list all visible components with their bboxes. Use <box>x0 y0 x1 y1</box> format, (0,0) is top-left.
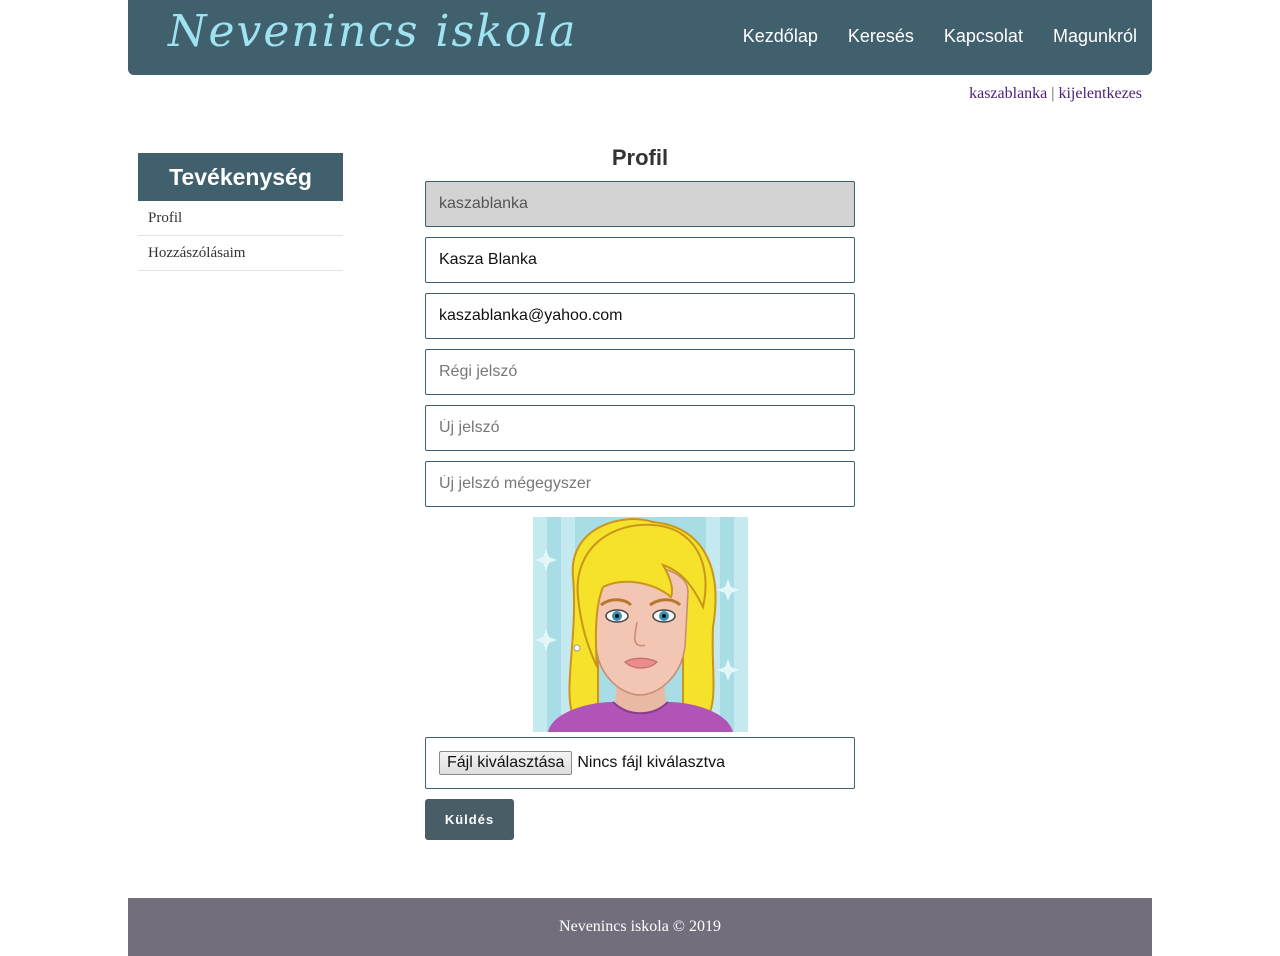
nav-contact[interactable]: Kapcsolat <box>944 26 1023 47</box>
nav-about[interactable]: Magunkról <box>1053 26 1137 47</box>
file-upload: Fájl kiválasztása Nincs fájl kiválasztva <box>425 737 855 789</box>
page-title: Profil <box>611 145 669 170</box>
logout-link[interactable]: kijelentkezes <box>1058 85 1142 102</box>
file-status: Nincs fájl kiválasztva <box>577 754 725 771</box>
sidebar: Tevékenység Profil Hozzászólásaim <box>138 153 343 271</box>
user-bar: kaszablanka | kijelentkezes <box>969 85 1142 103</box>
sidebar-item-profile[interactable]: Profil <box>138 201 343 236</box>
userbar-separator: | <box>1051 85 1055 102</box>
nav-search[interactable]: Keresés <box>848 26 914 47</box>
page: Nevenincs iskola Kezdőlap Keresés Kapcso… <box>0 0 1280 956</box>
site-logo[interactable]: Nevenincs iskola <box>168 6 578 57</box>
site-header: Nevenincs iskola Kezdőlap Keresés Kapcso… <box>128 0 1152 75</box>
new-password-field[interactable] <box>425 405 855 451</box>
footer-text: Nevenincs iskola © 2019 <box>559 918 721 935</box>
site-footer: Nevenincs iskola © 2019 <box>128 898 1152 956</box>
sidebar-title: Tevékenység <box>138 153 343 201</box>
old-password-field[interactable] <box>425 349 855 395</box>
choose-file-button[interactable]: Fájl kiválasztása <box>439 751 573 775</box>
avatar-container <box>425 517 855 732</box>
sidebar-item-comments[interactable]: Hozzászólásaim <box>138 236 343 271</box>
avatar <box>532 517 748 732</box>
profile-form: Profil kaszablanka Kasza Blanka kaszabla… <box>425 142 855 840</box>
main-nav: Kezdőlap Keresés Kapcsolat Magunkról <box>743 26 1137 47</box>
username-link[interactable]: kaszablanka <box>969 85 1047 102</box>
email-field[interactable] <box>425 293 855 339</box>
nav-home[interactable]: Kezdőlap <box>743 26 818 47</box>
submit-button[interactable]: Küldés <box>425 799 514 840</box>
new-password-again-field[interactable] <box>425 461 855 507</box>
fullname-field[interactable] <box>425 237 855 283</box>
username-field[interactable] <box>425 181 855 227</box>
